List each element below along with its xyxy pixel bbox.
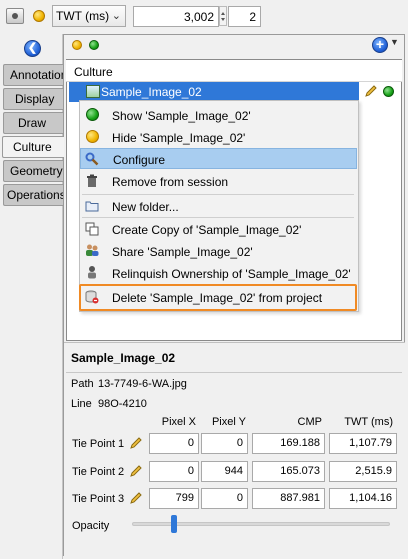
column-header-cmp: CMP	[297, 416, 322, 428]
menu-item-configure[interactable]: Configure	[80, 148, 357, 169]
tab-draw[interactable]: Draw	[3, 112, 63, 134]
relinquish-user-icon	[88, 266, 96, 279]
divider	[66, 372, 402, 373]
menu-item-hide[interactable]: Hide 'Sample_Image_02'	[80, 127, 357, 148]
tie-point-pixel-x[interactable]: 0	[149, 461, 199, 482]
chevron-down-icon[interactable]: ▼	[390, 37, 399, 47]
tie-point-pixel-x[interactable]: 0	[149, 433, 199, 454]
pencil-icon[interactable]	[129, 491, 143, 505]
tie-point-cmp[interactable]: 169.188	[252, 433, 325, 454]
menu-item-label: Hide 'Sample_Image_02'	[112, 131, 246, 145]
menu-item-label: Remove from session	[112, 175, 229, 189]
share-users-icon	[86, 244, 99, 256]
value-input-1[interactable]: 3,002	[133, 6, 219, 27]
pencil-icon[interactable]	[129, 464, 143, 478]
opacity-label: Opacity	[72, 520, 110, 532]
tie-point-pixel-y[interactable]: 0	[201, 433, 248, 454]
tie-point-pixel-y[interactable]: 0	[201, 488, 248, 509]
back-arrow-icon[interactable]: ❮	[24, 40, 41, 57]
add-icon[interactable]: +	[372, 37, 388, 53]
menu-item-label: Show 'Sample_Image_02'	[112, 109, 251, 123]
tie-point-twt[interactable]: 1,107.79	[329, 433, 397, 454]
column-header-twt: TWT (ms)	[344, 416, 393, 428]
green-dot-icon[interactable]	[89, 40, 99, 50]
tie-point-label: Tie Point 2	[72, 466, 125, 478]
menu-item-new-folder[interactable]: New folder...	[80, 196, 357, 217]
pencil-icon[interactable]	[129, 436, 143, 450]
chevron-down-icon: ⌄	[111, 10, 121, 22]
green-dot-icon	[86, 108, 99, 121]
tie-point-label: Tie Point 1	[72, 438, 125, 450]
tab-annotation[interactable]: Annotation	[3, 64, 67, 86]
tie-point-cmp[interactable]: 165.073	[252, 461, 325, 482]
tab-culture[interactable]: Culture	[2, 136, 64, 158]
culture-header: Culture	[66, 60, 402, 82]
menu-item-remove[interactable]: Remove from session	[80, 171, 357, 192]
properties-title: Sample_Image_02	[71, 351, 176, 365]
column-header-pixel-x: Pixel X	[161, 416, 196, 428]
tie-point-label: Tie Point 3	[72, 493, 125, 505]
line-value: 98O-4210	[98, 398, 147, 410]
value-spinner[interactable]	[219, 6, 227, 26]
unit-select-value: TWT (ms)	[56, 9, 110, 23]
configure-icon	[85, 152, 99, 166]
line-label: Line	[71, 398, 92, 410]
trash-icon	[87, 174, 97, 187]
unit-select[interactable]: TWT (ms) ⌄	[52, 5, 126, 27]
highlight-box	[79, 284, 357, 311]
camera-icon[interactable]	[6, 8, 24, 24]
menu-item-relinquish[interactable]: Relinquish Ownership of 'Sample_Image_02…	[80, 263, 357, 284]
tie-point-cmp[interactable]: 887.981	[252, 488, 325, 509]
copy-icon	[85, 222, 99, 236]
menu-item-label: Create Copy of 'Sample_Image_02'	[112, 223, 302, 237]
culture-row-selected[interactable]: Sample_Image_02	[69, 82, 359, 102]
yellow-dot-icon	[86, 130, 99, 143]
tab-geometry[interactable]: Geometry	[3, 160, 63, 182]
value-input-2[interactable]: 2	[228, 6, 261, 27]
yellow-status-icon[interactable]	[33, 10, 45, 22]
folder-icon	[85, 201, 99, 212]
menu-item-create-copy[interactable]: Create Copy of 'Sample_Image_02'	[80, 219, 357, 240]
green-dot-icon[interactable]	[383, 86, 394, 97]
menu-item-label: Relinquish Ownership of 'Sample_Image_02…	[112, 267, 351, 281]
tie-point-pixel-x[interactable]: 799	[149, 488, 199, 509]
menu-item-label: Share 'Sample_Image_02'	[112, 245, 253, 259]
tab-operations[interactable]: Operations	[3, 184, 66, 206]
opacity-slider-thumb[interactable]	[171, 515, 177, 533]
column-header-pixel-y: Pixel Y	[211, 416, 246, 428]
menu-item-show[interactable]: Show 'Sample_Image_02'	[80, 105, 357, 126]
path-label: Path	[71, 378, 94, 390]
menu-item-label: New folder...	[112, 200, 179, 214]
path-value: 13-7749-6-WA.jpg	[98, 378, 187, 390]
menu-item-label: Configure	[113, 153, 166, 167]
menu-separator	[82, 217, 354, 218]
tie-point-twt[interactable]: 1,104.16	[329, 488, 397, 509]
pencil-icon[interactable]	[364, 84, 378, 98]
tab-display[interactable]: Display	[3, 88, 63, 110]
tie-point-twt[interactable]: 2,515.9	[329, 461, 397, 482]
tie-point-pixel-y[interactable]: 944	[201, 461, 248, 482]
yellow-dot-icon[interactable]	[72, 40, 82, 50]
image-icon	[86, 85, 100, 98]
menu-item-share[interactable]: Share 'Sample_Image_02'	[80, 241, 357, 262]
menu-separator	[82, 194, 354, 195]
